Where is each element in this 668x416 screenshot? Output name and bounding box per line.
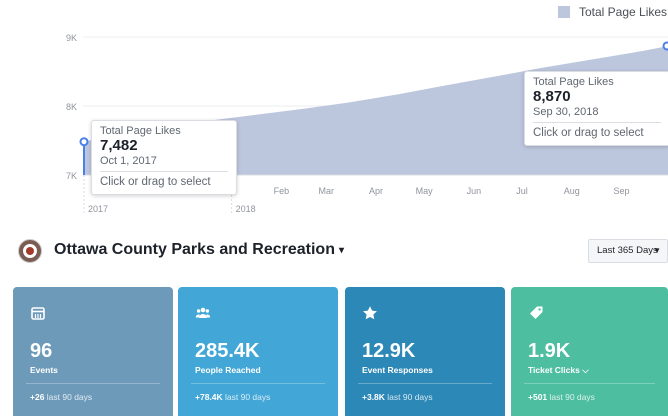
tooltip-end: Total Page Likes 8,870 Sep 30, 2018 Clic… <box>524 71 668 146</box>
tooltip-start-action[interactable]: Click or drag to select <box>100 172 228 188</box>
card-period: last 90 days <box>46 392 93 402</box>
data-point-start <box>79 137 89 147</box>
card-value: 1.9K <box>528 340 571 362</box>
card-label: Event Responses <box>362 365 433 375</box>
card-period: last 90 days <box>225 392 271 402</box>
x-tick-label: Apr <box>369 186 383 196</box>
x-tick-label: May <box>416 186 434 196</box>
card-divider <box>191 383 325 384</box>
page-name: Ottawa County Parks and Recreation <box>54 241 335 258</box>
legend-label: Total Page Likes <box>579 5 668 19</box>
card-divider <box>358 383 492 384</box>
tooltip-start-value: 7,482 <box>100 137 138 154</box>
card-label: People Reached <box>195 365 261 375</box>
card-value: 96 <box>30 340 53 362</box>
y-tick-label: 8K <box>66 102 77 112</box>
date-range-label: Last 365 Days <box>597 245 658 256</box>
card-period: last 90 days <box>549 392 595 402</box>
tooltip-end-value: 8,870 <box>533 88 571 105</box>
page-likes-chart[interactable]: 9K 8K 7K 2017 2018 Feb Mar Apr May Jun Jul Aug Sep T… <box>0 0 668 222</box>
tooltip-end-title: Total Page Likes <box>533 76 614 88</box>
calendar-icon <box>31 307 45 320</box>
page-avatar[interactable] <box>18 239 42 263</box>
legend-swatch <box>558 6 570 18</box>
card-label: Ticket Clicks <box>528 365 580 375</box>
x-tick-label: Feb <box>274 186 290 196</box>
card-delta: +26 <box>30 392 45 402</box>
card-divider <box>26 383 160 384</box>
x-tick-label: 2018 <box>236 204 256 214</box>
card-label-selector[interactable]: Ticket Clicks ⌵ <box>528 365 589 376</box>
data-point-end <box>662 41 668 51</box>
card-value: 285.4K <box>195 340 260 362</box>
card-delta: +3.8K <box>362 392 385 402</box>
people-icon <box>195 307 211 318</box>
tooltip-end-date: Sep 30, 2018 <box>533 106 661 123</box>
chevron-down-icon: ▼ <box>653 246 661 255</box>
card-delta: +501 <box>528 392 548 402</box>
card-footer: +501 last 90 days <box>528 392 595 402</box>
metric-card-event-responses[interactable]: 12.9K Event Responses +3.8K last 90 days <box>345 287 505 416</box>
metric-card-events[interactable]: 96 Events +26 last 90 days <box>13 287 173 416</box>
x-tick-label: Sep <box>613 186 629 196</box>
tooltip-start-date: Oct 1, 2017 <box>100 155 228 172</box>
date-range-dropdown[interactable]: Last 365 Days ▼ <box>588 239 668 263</box>
star-icon <box>363 306 377 320</box>
x-tick-label: Aug <box>564 186 580 196</box>
tooltip-start-title: Total Page Likes <box>100 125 181 137</box>
x-tick-label: 2017 <box>88 204 108 214</box>
card-footer: +3.8K last 90 days <box>362 392 433 402</box>
card-footer: +78.4K last 90 days <box>195 392 270 402</box>
card-period: last 90 days <box>387 392 433 402</box>
page-header: Ottawa County Parks and Recreation ▾ Last… <box>18 239 668 263</box>
y-tick-label: 7K <box>66 171 77 181</box>
metric-card-ticket-clicks[interactable]: 1.9K Ticket Clicks ⌵ +501 last 90 days <box>511 287 668 416</box>
ticket-icon <box>530 306 543 319</box>
x-tick-label: Jun <box>467 186 482 196</box>
tooltip-end-action[interactable]: Click or drag to select <box>533 123 661 139</box>
chart-legend: Total Page Likes <box>558 5 667 19</box>
x-tick-label: Mar <box>319 186 335 196</box>
card-divider <box>524 383 655 384</box>
card-label: Events <box>30 365 58 375</box>
page-caret-icon: ▾ <box>338 245 344 256</box>
card-value: 12.9K <box>362 340 416 362</box>
card-delta: +78.4K <box>195 392 223 402</box>
x-tick-label: Jul <box>516 186 528 196</box>
metric-card-people-reached[interactable]: 285.4K People Reached +78.4K last 90 day… <box>178 287 338 416</box>
chevron-down-icon: ⌵ <box>582 365 589 375</box>
tooltip-start: Total Page Likes 7,482 Oct 1, 2017 Click… <box>91 120 237 195</box>
y-tick-label: 9K <box>66 33 77 43</box>
card-footer: +26 last 90 days <box>30 392 92 402</box>
page-name-selector[interactable]: Ottawa County Parks and Recreation ▾ <box>54 241 344 259</box>
